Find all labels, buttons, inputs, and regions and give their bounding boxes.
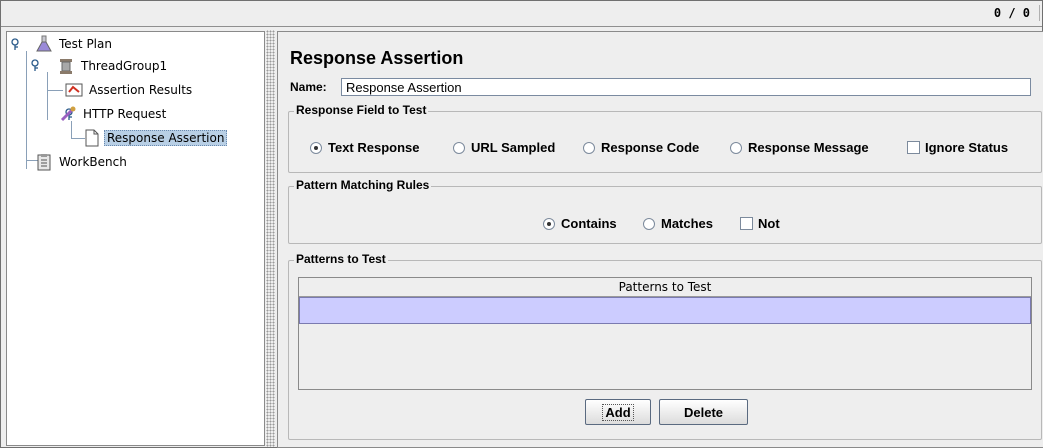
name-row: Name: [290,80,327,94]
radio-icon [643,217,655,230]
url-sampled-radio[interactable]: URL Sampled [453,140,555,155]
expand-toggle-icon[interactable] [11,38,23,50]
group-title: Response Field to Test [294,103,429,117]
document-icon [83,129,101,147]
status-bar: 0 / 0 [1,1,1042,27]
response-code-radio[interactable]: Response Code [583,140,699,155]
table-row[interactable] [299,297,1031,324]
tree-line [26,51,27,169]
test-plan-tree[interactable]: Test Plan ThreadGroup1 Assertion Results… [6,31,265,446]
group-title: Patterns to Test [294,252,388,266]
spool-icon [57,57,75,75]
table-column-header[interactable]: Patterns to Test [299,278,1031,297]
tree-line [47,72,48,120]
app-window: 0 / 0 Test Plan ThreadGroup1 Assertion R… [0,0,1043,448]
panel-splitter[interactable] [266,30,275,447]
status-divider [1039,5,1040,21]
add-button[interactable]: Add [585,399,651,425]
tree-item-workbench[interactable]: WorkBench [35,152,130,172]
radio-icon [453,141,465,154]
name-field[interactable]: Response Assertion [341,78,1031,96]
contains-radio[interactable]: Contains [543,216,617,231]
radio-icon [310,141,322,154]
patterns-table[interactable]: Patterns to Test [298,277,1032,390]
delete-button-label: Delete [683,404,724,420]
tree-line [47,90,63,91]
tree-item-http-request[interactable]: HTTP Request [59,104,169,124]
pattern-rules-group: Pattern Matching Rules Contains Matches … [288,178,1042,244]
radio-label: URL Sampled [471,140,556,155]
delete-button[interactable]: Delete [659,399,748,425]
page-title: Response Assertion [290,48,464,68]
matches-radio[interactable]: Matches [643,216,713,231]
tree-item-test-plan[interactable]: Test Plan [35,34,115,54]
radio-icon [730,141,742,154]
clipboard-icon [35,153,53,171]
thread-counter: 0 / 0 [993,6,1030,20]
response-message-radio[interactable]: Response Message [730,140,869,155]
checkbox-icon [740,217,753,230]
radio-label: Matches [661,216,714,231]
response-assertion-panel: Response Assertion Name: Response Assert… [277,31,1043,448]
pipette-icon [59,105,77,123]
radio-label: Response Message [748,140,869,155]
not-checkbox[interactable]: Not [740,216,780,231]
radio-label: Response Code [601,140,700,155]
radio-label: Text Response [328,140,420,155]
tree-item-assertion-results[interactable]: Assertion Results [65,80,195,100]
add-button-label: Add [602,403,634,421]
tree-item-threadgroup[interactable]: ThreadGroup1 [57,56,170,76]
checkbox-label: Not [758,216,780,231]
text-response-radio[interactable]: Text Response [310,140,420,155]
radio-icon [543,217,555,230]
checkbox-label: Ignore Status [925,140,1009,155]
radio-label: Contains [561,216,617,231]
expand-toggle-icon[interactable] [31,59,43,71]
response-field-group: Response Field to Test Text Response URL… [288,103,1042,173]
radio-icon [583,141,595,154]
name-label: Name: [290,80,327,94]
group-title: Pattern Matching Rules [294,178,432,192]
checkbox-icon [907,141,920,154]
assertion-results-icon [65,81,83,99]
tree-item-response-assertion[interactable]: Response Assertion [83,128,228,148]
ignore-status-checkbox[interactable]: Ignore Status [907,140,1008,155]
flask-icon [35,35,53,53]
